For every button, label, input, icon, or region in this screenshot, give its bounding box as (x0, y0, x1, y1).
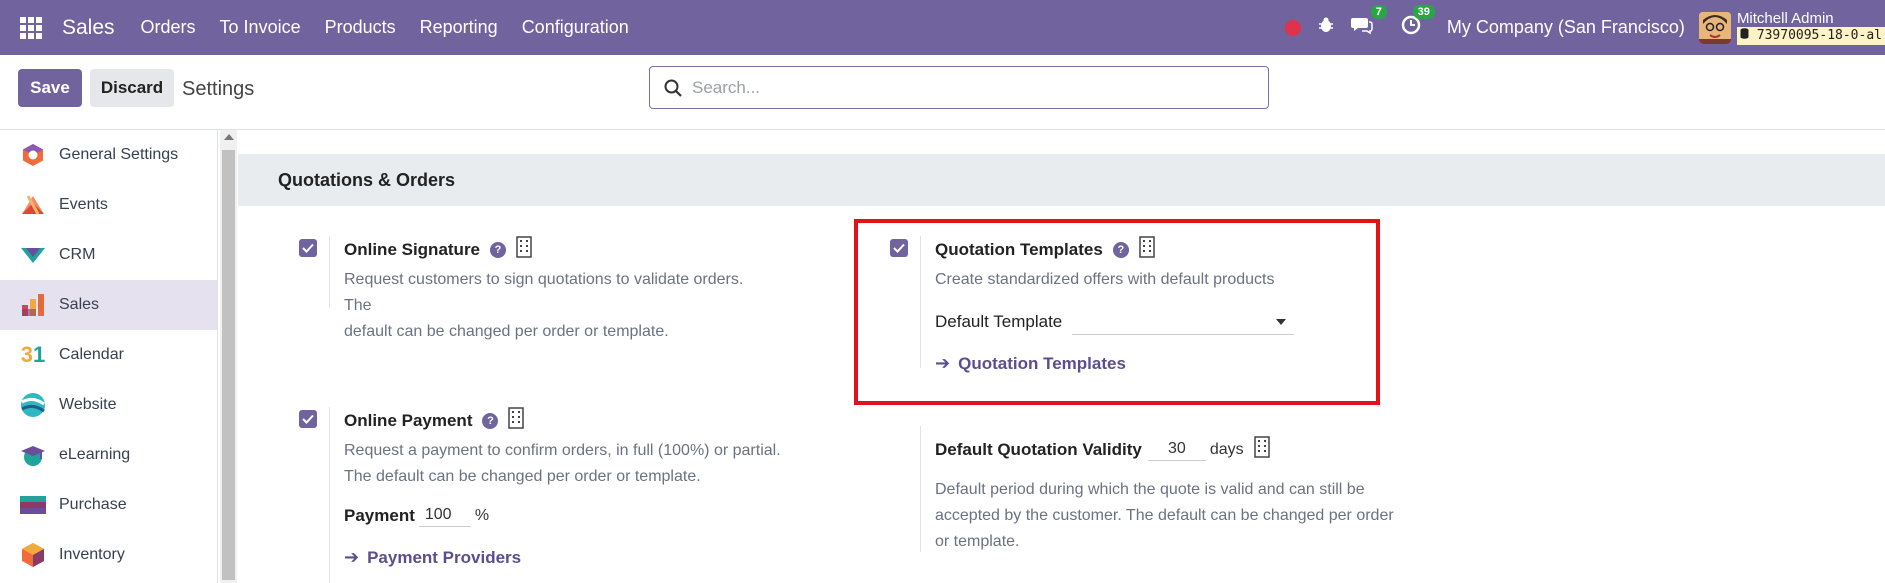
discard-button[interactable]: Discard (90, 69, 174, 107)
inventory-icon (20, 542, 46, 568)
user-name: Mitchell Admin (1736, 9, 1834, 27)
online-payment-desc-2: The default can be changed per order or … (344, 468, 701, 485)
sidebar-item-label: Sales (59, 296, 100, 313)
payment-percent-input[interactable]: 100 (418, 504, 471, 527)
search-input[interactable] (692, 77, 1252, 98)
activities-badge: 39 (1412, 5, 1435, 19)
section-title: Quotations & Orders (238, 154, 1885, 206)
purchase-icon (20, 492, 46, 518)
events-icon (20, 192, 46, 218)
sidebar-item-label: Purchase (59, 496, 127, 513)
online-payment-desc-1: Request a payment to confirm orders, in … (344, 442, 781, 459)
page-title: Settings (182, 78, 255, 100)
sidebar-item-general-settings[interactable]: General Settings (0, 130, 217, 180)
online-signature-title: Online Signature (344, 239, 481, 259)
apps-menu-icon[interactable] (20, 16, 42, 39)
online-signature-desc-1: Request customers to sign quotations to … (344, 271, 744, 314)
sidebar-item-label: Events (59, 196, 108, 213)
quotation-validity-unit: days (1209, 440, 1244, 458)
calendar-icon: 31 (20, 342, 46, 367)
top-navbar: Sales Orders To Invoice Products Reporti… (0, 0, 1885, 55)
sidebar-scrollbar[interactable] (220, 130, 237, 583)
sidebar-item-purchase[interactable]: Purchase (0, 480, 217, 530)
online-payment-title: Online Payment (344, 410, 473, 430)
menu-reporting[interactable]: Reporting (420, 17, 498, 38)
quotation-validity-desc-1: Default period during which the quote is… (935, 481, 1365, 498)
elearning-icon (20, 442, 46, 468)
website-icon (20, 392, 46, 418)
general-settings-icon (20, 142, 46, 168)
messages-icon[interactable]: 7 (1350, 5, 1387, 40)
online-payment-checkbox[interactable] (299, 410, 317, 428)
arrow-right-icon: ➔ (344, 547, 360, 567)
quotation-validity-title: Default Quotation Validity (935, 439, 1142, 459)
sales-icon (20, 292, 46, 318)
online-signature-checkbox[interactable] (299, 239, 317, 257)
sidebar-item-label: Website (59, 396, 117, 413)
payment-label: Payment (344, 505, 415, 525)
company-building-icon (508, 407, 525, 434)
menu-orders[interactable]: Orders (141, 17, 196, 38)
user-avatar[interactable] (1698, 11, 1731, 44)
quotation-validity-input[interactable]: 30 (1147, 438, 1206, 461)
sidebar-item-label: CRM (59, 246, 96, 263)
sidebar-item-website[interactable]: Website (0, 380, 217, 430)
app-brand[interactable]: Sales (62, 16, 115, 40)
menu-products[interactable]: Products (325, 17, 396, 38)
quotation-validity-desc-2: accepted by the customer. The default ca… (935, 507, 1394, 524)
company-switcher[interactable]: My Company (San Francisco) (1447, 17, 1685, 38)
quotation-validity-desc-3: or template. (935, 533, 1020, 550)
user-menu[interactable]: Mitchell Admin 73970095-18-0-al (1736, 9, 1885, 45)
sidebar-item-calendar[interactable]: 31 Calendar (0, 330, 217, 380)
payment-providers-link[interactable]: ➔ Payment Providers (344, 547, 829, 568)
sidebar-item-label: eLearning (59, 446, 131, 463)
database-name: 73970095-18-0-al (1756, 27, 1882, 43)
menu-configuration[interactable]: Configuration (522, 17, 629, 38)
database-tag: 73970095-18-0-al (1736, 26, 1885, 45)
database-icon (1740, 27, 1749, 39)
menu-to-invoice[interactable]: To Invoice (220, 17, 301, 38)
online-signature-setting: Online Signature ? Request customers to … (329, 236, 769, 340)
scroll-up-arrow-icon[interactable] (224, 134, 234, 140)
company-building-icon (516, 236, 532, 263)
search-icon (664, 79, 682, 97)
checkmark-icon (302, 414, 314, 424)
debug-bug-icon[interactable] (1317, 16, 1335, 39)
sidebar-item-crm[interactable]: CRM (0, 230, 217, 280)
highlight-annotation-box (854, 219, 1380, 405)
checkmark-icon (302, 243, 314, 253)
sidebar-item-elearning[interactable]: eLearning (0, 430, 217, 480)
sidebar-item-inventory[interactable]: Inventory (0, 530, 217, 580)
settings-sidebar: General Settings Events CRM Sales 31 Cal… (0, 130, 218, 583)
online-payment-setting: Online Payment ? Request a payment to co… (329, 407, 829, 583)
sidebar-item-label: General Settings (59, 146, 179, 163)
control-panel: Save Discard Settings (0, 55, 1885, 130)
sidebar-item-label: Inventory (59, 546, 125, 563)
search-box[interactable] (649, 66, 1269, 109)
crm-icon (20, 242, 46, 268)
sidebar-item-events[interactable]: Events (0, 180, 217, 230)
save-button[interactable]: Save (18, 69, 82, 107)
payment-unit: % (474, 506, 490, 524)
scroll-thumb[interactable] (222, 150, 235, 580)
online-signature-desc-2: default can be changed per order or temp… (344, 323, 669, 340)
company-building-icon (1253, 436, 1270, 463)
help-icon[interactable]: ? (482, 412, 499, 429)
help-icon[interactable]: ? (490, 241, 507, 258)
messages-badge: 7 (1370, 5, 1387, 19)
activities-clock-icon[interactable]: 39 (1401, 5, 1435, 40)
sidebar-item-sales[interactable]: Sales (0, 280, 217, 330)
sidebar-item-label: Calendar (59, 346, 124, 363)
recording-icon[interactable] (1284, 19, 1301, 36)
quotation-validity-setting: Default Quotation Validity 30 days Defau… (920, 426, 1480, 552)
payment-providers-link-label: Payment Providers (367, 547, 522, 567)
